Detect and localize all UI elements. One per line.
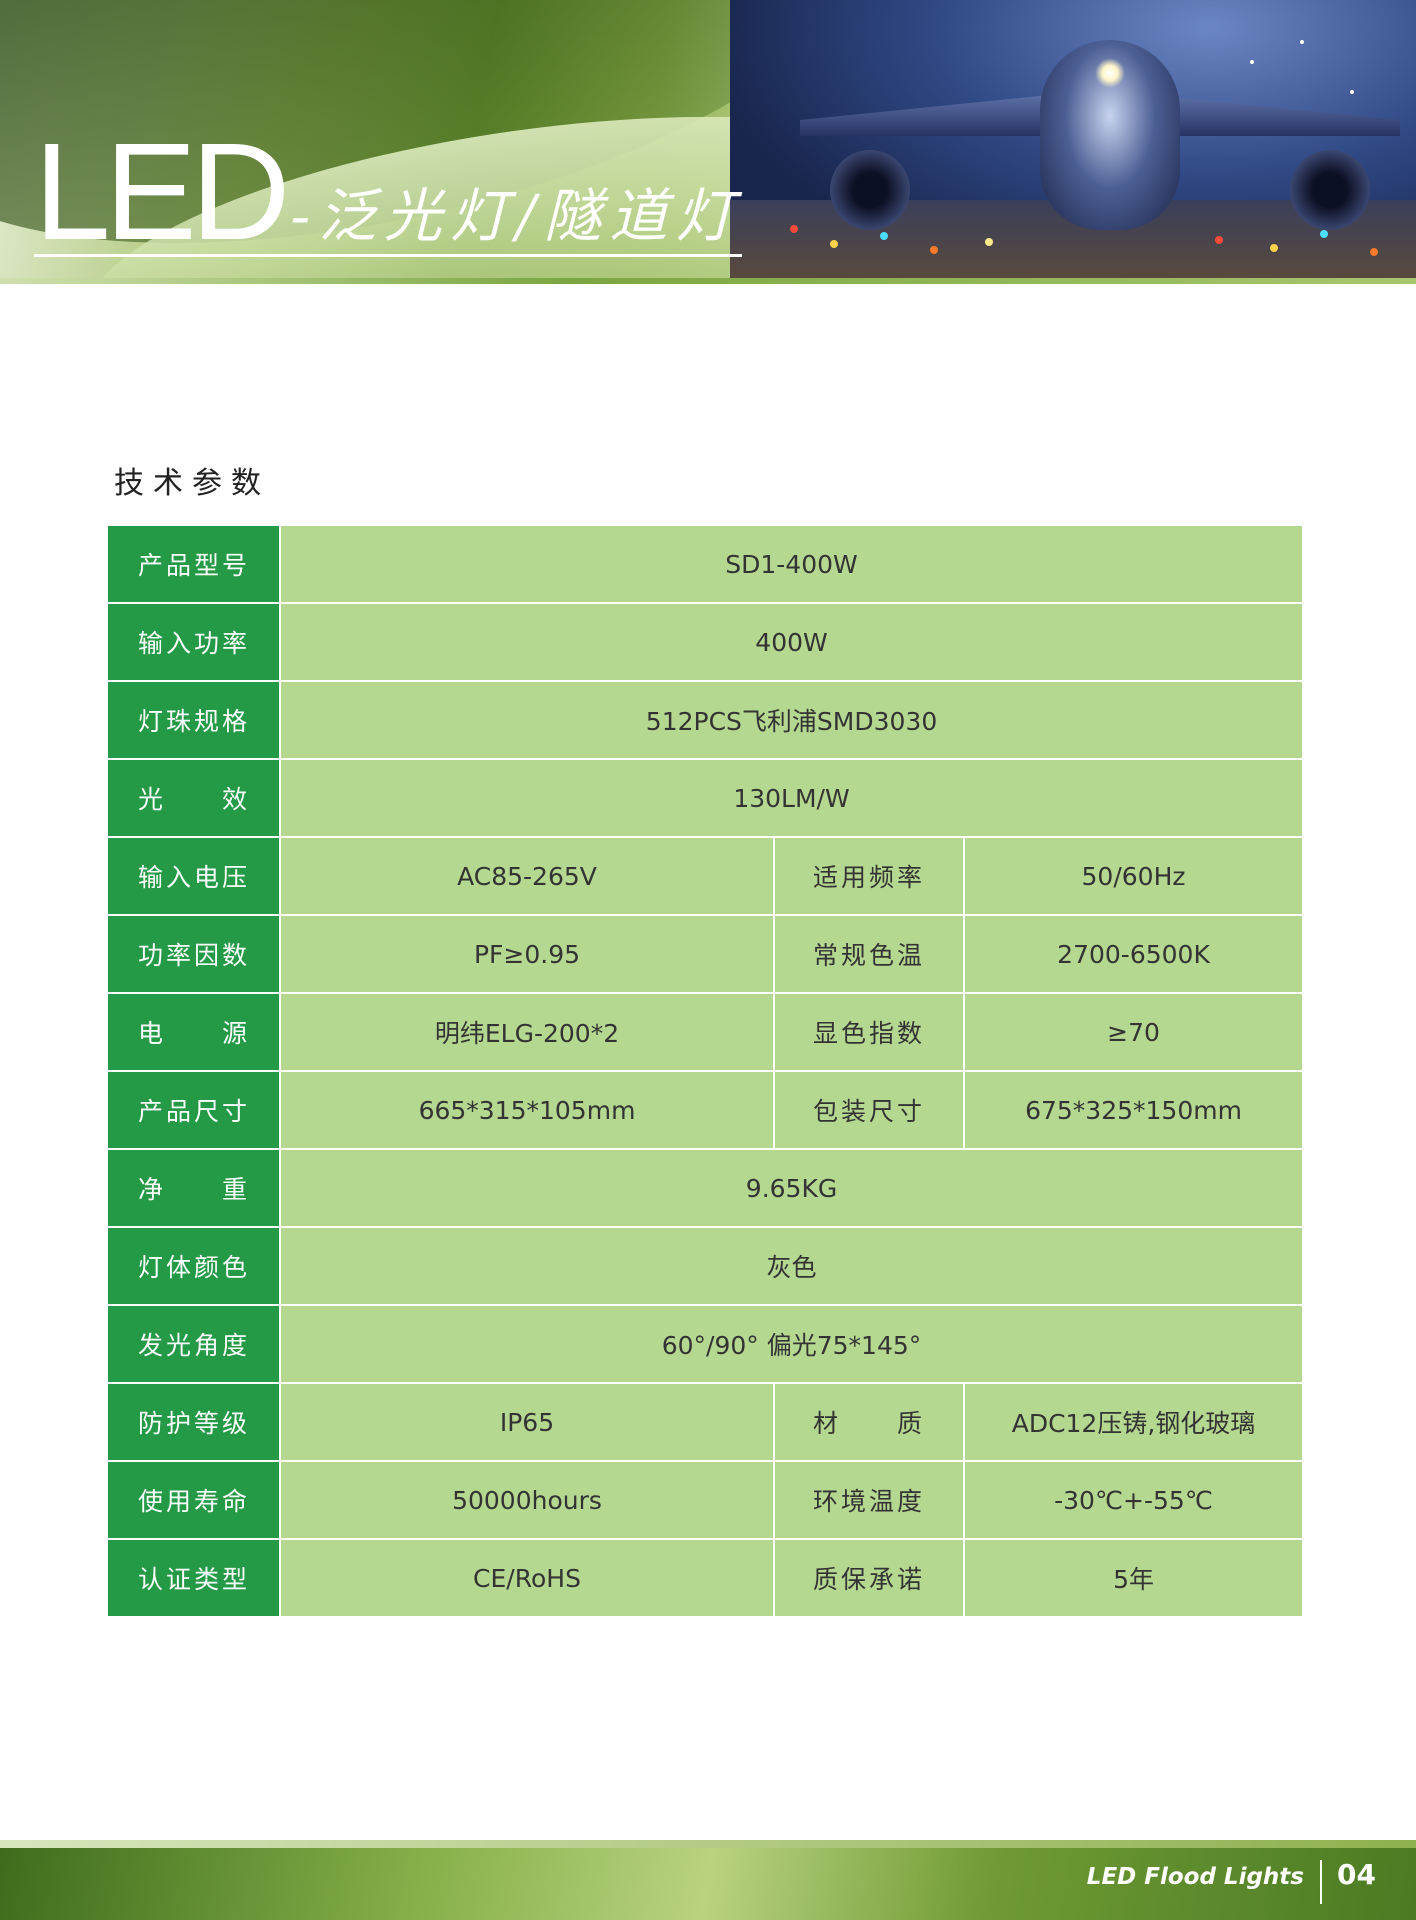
table-row: 灯体颜色 灰色 bbox=[108, 1227, 1303, 1306]
runway-light bbox=[1320, 230, 1328, 238]
spec-value-secondary: 2700-6500K bbox=[964, 915, 1303, 994]
spec-value: 665*315*105mm bbox=[280, 1071, 774, 1150]
spec-value-secondary: 5年 bbox=[964, 1539, 1303, 1618]
table-row: 认证类型 CE/RoHS 质保承诺 5年 bbox=[108, 1539, 1303, 1618]
spec-value: SD1-400W bbox=[280, 526, 1303, 604]
table-row: 净 重 9.65KG bbox=[108, 1149, 1303, 1228]
header-divider bbox=[0, 278, 1416, 284]
spec-value: AC85-265V bbox=[280, 837, 774, 916]
spec-label-secondary: 显色指数 bbox=[773, 993, 965, 1072]
spec-label: 认证类型 bbox=[108, 1539, 281, 1618]
runway-light bbox=[1270, 244, 1278, 252]
spec-label-secondary: 质保承诺 bbox=[773, 1539, 965, 1618]
header-banner: LED -泛光灯/隧道灯 bbox=[0, 0, 1416, 284]
runway-light bbox=[1370, 248, 1378, 256]
spec-value: 明纬ELG-200*2 bbox=[280, 993, 774, 1072]
spec-label-secondary: 包装尺寸 bbox=[773, 1071, 965, 1150]
spec-label-secondary: 适用频率 bbox=[773, 837, 965, 916]
spec-value-secondary: -30℃+-55℃ bbox=[964, 1461, 1303, 1540]
footer-banner: LED Flood Lights 04 bbox=[0, 1840, 1416, 1920]
spec-value: 512PCS飞利浦SMD3030 bbox=[280, 681, 1303, 760]
star-light bbox=[1250, 60, 1254, 64]
spec-value-secondary: 50/60Hz bbox=[964, 837, 1303, 916]
spec-value: 130LM/W bbox=[280, 759, 1303, 838]
runway-light bbox=[830, 240, 838, 248]
star-light bbox=[1300, 40, 1304, 44]
runway-light bbox=[790, 225, 798, 233]
spec-label-secondary: 材 质 bbox=[773, 1383, 965, 1462]
spec-label: 光 效 bbox=[108, 759, 281, 838]
spec-value-secondary: 675*325*150mm bbox=[964, 1071, 1303, 1150]
title-product-type: -泛光灯/隧道灯 bbox=[290, 182, 742, 250]
spec-label: 使用寿命 bbox=[108, 1461, 281, 1540]
table-row: 功率因数 PF≥0.95 常规色温 2700-6500K bbox=[108, 915, 1303, 994]
spec-value: 400W bbox=[280, 603, 1303, 682]
spec-label: 输入功率 bbox=[108, 603, 281, 682]
table-row: 光 效 130LM/W bbox=[108, 759, 1303, 838]
table-row: 产品尺寸 665*315*105mm 包装尺寸 675*325*150mm bbox=[108, 1071, 1303, 1150]
table-row: 输入功率 400W bbox=[108, 603, 1303, 682]
footer-brand-text: LED Flood Lights bbox=[1086, 1864, 1304, 1890]
spec-value: IP65 bbox=[280, 1383, 774, 1462]
spec-label: 功率因数 bbox=[108, 915, 281, 994]
runway-light bbox=[1215, 236, 1223, 244]
spec-value: 灰色 bbox=[280, 1227, 1303, 1306]
spec-label: 输入电压 bbox=[108, 837, 281, 916]
spec-value-secondary: ≥70 bbox=[964, 993, 1303, 1072]
table-row: 发光角度 60°/90° 偏光75*145° bbox=[108, 1305, 1303, 1384]
runway-light bbox=[930, 246, 938, 254]
page-title: LED -泛光灯/隧道灯 bbox=[34, 115, 742, 269]
page-number: 04 bbox=[1337, 1858, 1376, 1891]
spec-label: 净 重 bbox=[108, 1149, 281, 1228]
spec-table: 产品型号 SD1-400W 输入功率 400W 灯珠规格 512PCS飞利浦SM… bbox=[108, 526, 1303, 1618]
spec-label: 电 源 bbox=[108, 993, 281, 1072]
table-row: 灯珠规格 512PCS飞利浦SMD3030 bbox=[108, 681, 1303, 760]
footer-divider bbox=[0, 1840, 1416, 1848]
table-row: 输入电压 AC85-265V 适用频率 50/60Hz bbox=[108, 837, 1303, 916]
table-row: 产品型号 SD1-400W bbox=[108, 526, 1303, 604]
star-light bbox=[1350, 90, 1354, 94]
spec-value: 60°/90° 偏光75*145° bbox=[280, 1305, 1303, 1384]
spec-value: PF≥0.95 bbox=[280, 915, 774, 994]
airplane-engine-left bbox=[830, 150, 910, 230]
spec-label: 灯体颜色 bbox=[108, 1227, 281, 1306]
table-row: 使用寿命 50000hours 环境温度 -30℃+-55℃ bbox=[108, 1461, 1303, 1540]
spec-value: CE/RoHS bbox=[280, 1539, 774, 1618]
runway-light bbox=[880, 232, 888, 240]
spec-label-secondary: 环境温度 bbox=[773, 1461, 965, 1540]
spec-label: 防护等级 bbox=[108, 1383, 281, 1462]
section-title: 技术参数 bbox=[114, 466, 270, 501]
spec-label: 发光角度 bbox=[108, 1305, 281, 1384]
runway-light bbox=[985, 238, 993, 246]
airplane-engine-right bbox=[1290, 150, 1370, 230]
footer-separator bbox=[1320, 1860, 1322, 1904]
spec-value: 9.65KG bbox=[280, 1149, 1303, 1228]
landing-light bbox=[1095, 58, 1125, 88]
spec-label: 产品型号 bbox=[108, 526, 281, 604]
table-row: 电 源 明纬ELG-200*2 显色指数 ≥70 bbox=[108, 993, 1303, 1072]
spec-label-secondary: 常规色温 bbox=[773, 915, 965, 994]
spec-value-secondary: ADC12压铸,钢化玻璃 bbox=[964, 1383, 1303, 1462]
spec-label: 产品尺寸 bbox=[108, 1071, 281, 1150]
title-led: LED bbox=[34, 115, 290, 269]
spec-value: 50000hours bbox=[280, 1461, 774, 1540]
table-row: 防护等级 IP65 材 质 ADC12压铸,钢化玻璃 bbox=[108, 1383, 1303, 1462]
spec-label: 灯珠规格 bbox=[108, 681, 281, 760]
